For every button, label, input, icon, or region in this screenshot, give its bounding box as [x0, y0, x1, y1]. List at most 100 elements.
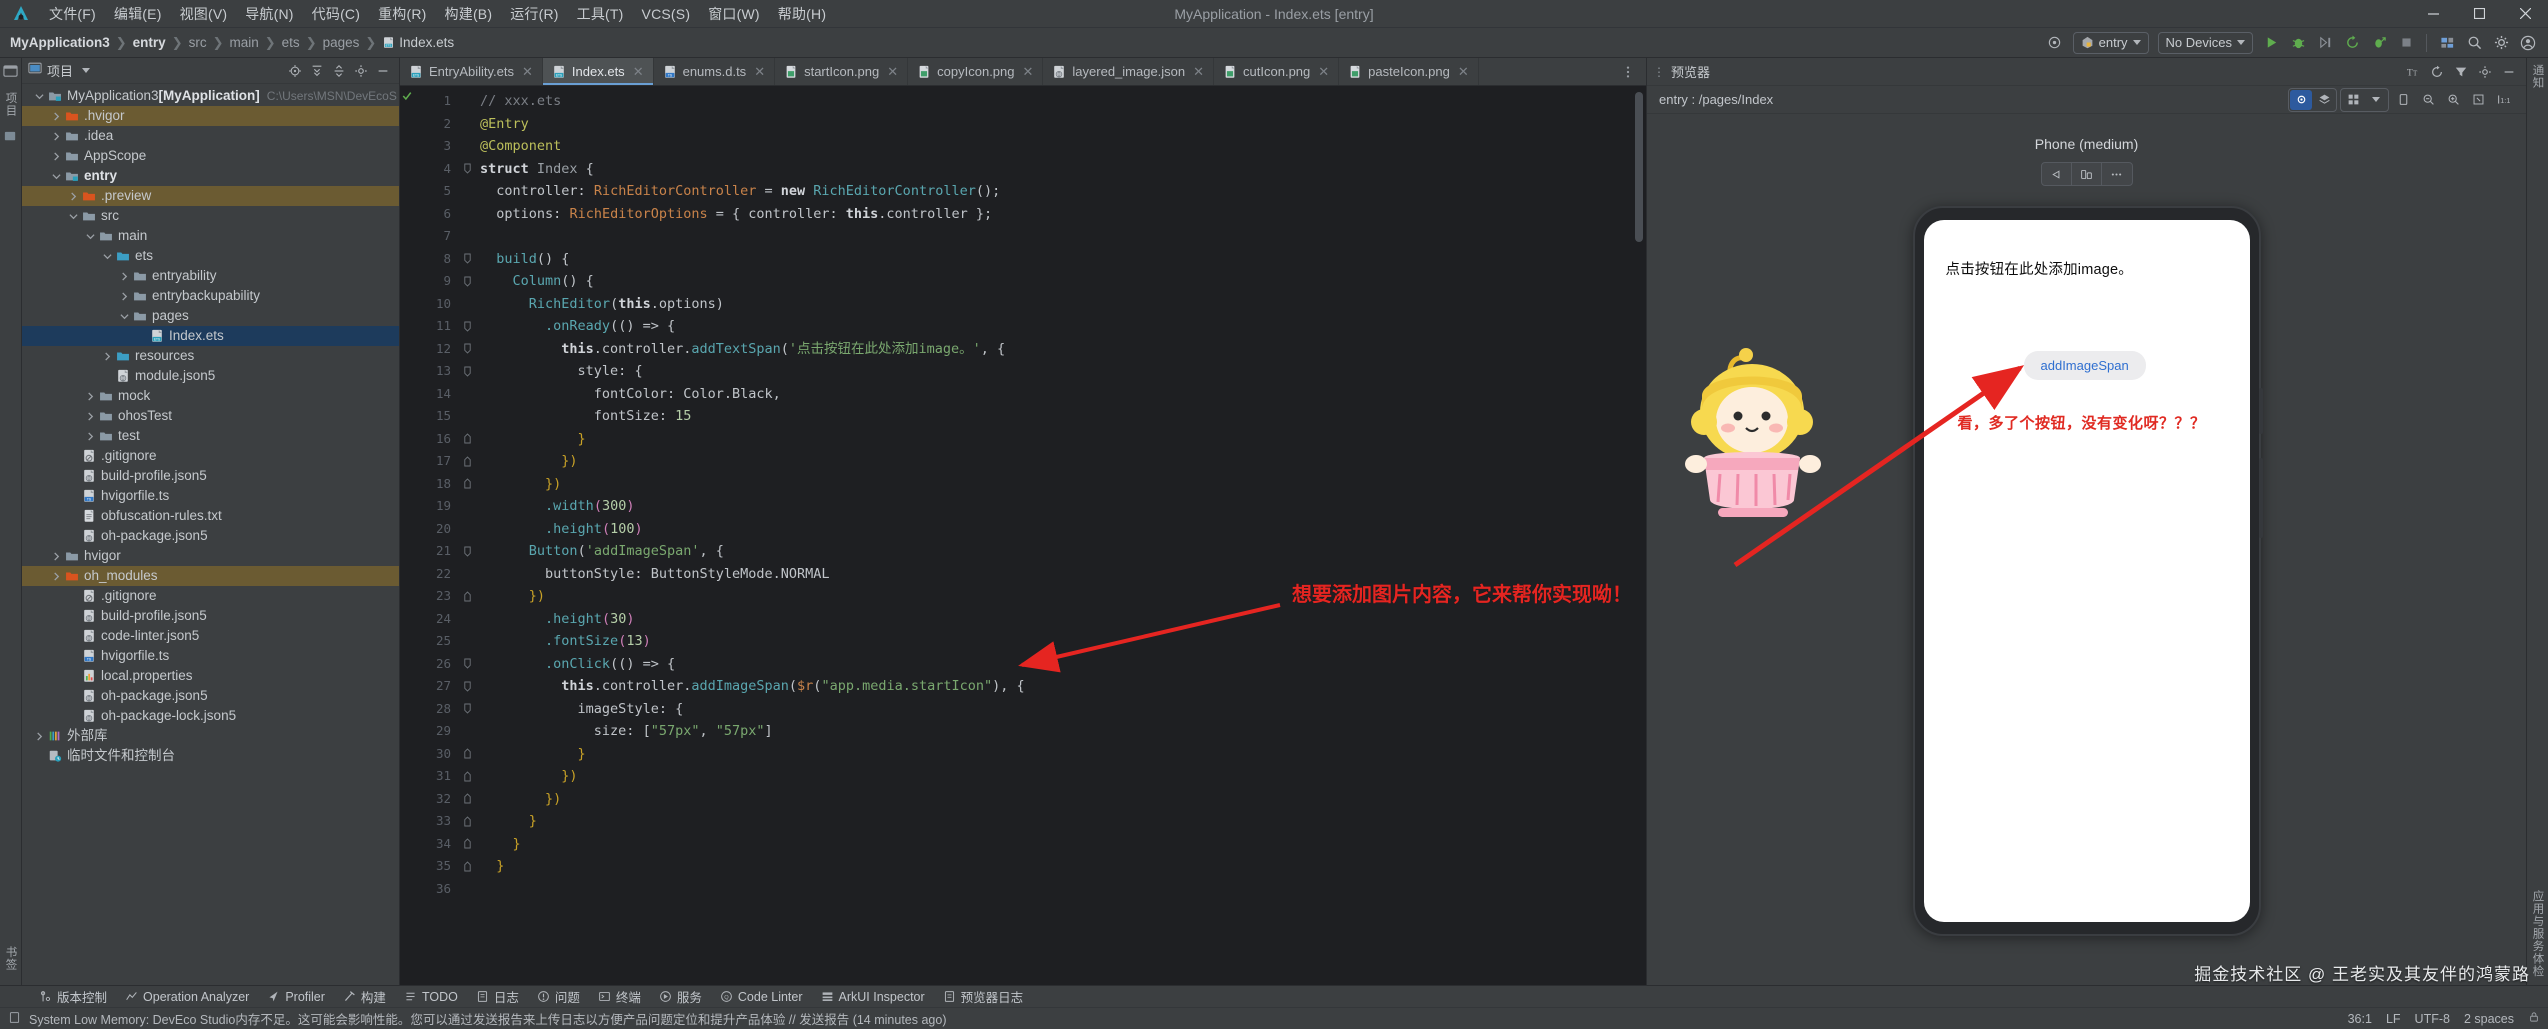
fold-marker[interactable] [458, 450, 476, 473]
refresh-icon[interactable] [2426, 62, 2448, 82]
rail-label-notifications[interactable]: 通知 [2530, 64, 2546, 89]
editor-tab-copyicon-png[interactable]: copyIcon.png ✕ [908, 58, 1044, 85]
tree-node-mock[interactable]: mock [22, 386, 399, 406]
chevron-right-icon[interactable] [49, 131, 63, 141]
tree-node-build-profile-json5[interactable]: build-profile.json5 [22, 466, 399, 486]
chevron-right-icon[interactable] [83, 411, 97, 421]
text-size-icon[interactable]: TT [2402, 62, 2424, 82]
code-folding-gutter[interactable] [458, 86, 476, 985]
menu-item-2[interactable]: 视图(V) [171, 3, 237, 25]
structure-rail-icon[interactable] [3, 129, 19, 145]
status-message[interactable]: System Low Memory: DevEco Studio内存不足。这可能… [29, 1009, 947, 1028]
status-indent[interactable]: 2 spaces [2464, 1012, 2514, 1026]
add-image-span-button[interactable]: addImageSpan [2023, 351, 2146, 380]
grid-icon[interactable] [2342, 90, 2364, 110]
close-tab-icon[interactable]: ✕ [754, 64, 765, 80]
settings-icon[interactable] [2474, 62, 2496, 82]
tree-node-entrybackupability[interactable]: entrybackupability [22, 286, 399, 306]
tree-node-hvigorfile-ts[interactable]: TS hvigorfile.ts [22, 646, 399, 666]
breadcrumb-item-6[interactable]: ETS Index.ets [380, 35, 456, 50]
fold-marker[interactable] [458, 338, 476, 361]
project-rail-icon[interactable] [2, 64, 19, 80]
menu-item-6[interactable]: 构建(B) [436, 3, 502, 25]
status-lock-icon[interactable] [2528, 1011, 2540, 1026]
menu-item-0[interactable]: 文件(F) [40, 3, 105, 25]
chevron-right-icon[interactable] [49, 151, 63, 161]
status-line-separator[interactable]: LF [2386, 1012, 2401, 1026]
attach-debugger-icon[interactable] [2367, 32, 2391, 54]
tool-window--[interactable]: 预览器日志 [934, 987, 1033, 1007]
inspector-icon[interactable] [2290, 89, 2312, 110]
chevron-down-icon[interactable] [66, 212, 80, 221]
hide-panel-icon[interactable] [373, 61, 393, 81]
editor-tab-pasteicon-png[interactable]: pasteIcon.png ✕ [1339, 58, 1479, 85]
menu-item-11[interactable]: 帮助(H) [769, 3, 835, 25]
hide-panel-icon[interactable] [2498, 62, 2520, 82]
tree-node--[interactable]: 临时文件和控制台 [22, 746, 399, 766]
chevron-right-icon[interactable] [117, 271, 131, 281]
tree-node--[interactable]: 外部库 [22, 726, 399, 746]
tool-window--[interactable]: 问题 [528, 987, 589, 1007]
code-content[interactable]: // xxx.ets @Entry @Component struct Index {… [476, 86, 1632, 985]
chevron-down-icon[interactable] [82, 68, 91, 73]
settings-icon[interactable] [351, 61, 371, 81]
editor-tab-index-ets[interactable]: ETS Index.ets ✕ [542, 58, 654, 85]
breadcrumb[interactable]: MyApplication3 ❯ entry ❯ src ❯ main ❯ ets ❯ pages ❯… [8, 35, 456, 51]
zoom-in-icon[interactable] [2442, 90, 2464, 110]
chevron-right-icon[interactable] [49, 571, 63, 581]
editor-tab-starticon-png[interactable]: startIcon.png ✕ [775, 58, 909, 85]
chevron-down-icon[interactable] [32, 92, 46, 101]
breadcrumb-item-1[interactable]: entry [131, 35, 168, 50]
fold-marker[interactable] [458, 428, 476, 451]
chevron-right-icon[interactable] [83, 391, 97, 401]
tool-window--[interactable]: 终端 [589, 987, 650, 1007]
fold-marker[interactable] [458, 743, 476, 766]
tree-node-hvigorfile-ts[interactable]: TS hvigorfile.ts [22, 486, 399, 506]
device-manager-icon[interactable] [2435, 32, 2459, 54]
tool-window--[interactable]: 版本控制 [30, 987, 116, 1007]
breadcrumb-item-0[interactable]: MyApplication3 [8, 35, 112, 50]
close-tab-icon[interactable]: ✕ [522, 64, 533, 80]
run-configuration-selector[interactable]: entry [2072, 31, 2149, 54]
tree-node--hvigor[interactable]: .hvigor [22, 106, 399, 126]
tree-node-local-properties[interactable]: local.properties [22, 666, 399, 686]
status-caret-position[interactable]: 36:1 [2348, 1012, 2372, 1026]
breadcrumb-item-5[interactable]: pages [321, 35, 362, 50]
tree-node-main[interactable]: main [22, 226, 399, 246]
tree-node--gitignore[interactable]: .gitignore [22, 586, 399, 606]
tool-window-arkui-inspector[interactable]: ArkUI Inspector [812, 987, 934, 1007]
menu-item-7[interactable]: 运行(R) [501, 3, 567, 25]
stop-icon[interactable] [2394, 32, 2418, 54]
tree-node--idea[interactable]: .idea [22, 126, 399, 146]
account-icon[interactable] [2516, 32, 2540, 54]
close-tab-icon[interactable]: ✕ [887, 64, 898, 80]
code-editor[interactable]: 1 2 3 4 5 6 7 8 9 10 11 12 13 14 15 16 17 18 19 20 21 22 23 24 2… [400, 86, 1646, 985]
fold-marker[interactable] [458, 473, 476, 496]
tree-node-appscope[interactable]: AppScope [22, 146, 399, 166]
fold-marker[interactable] [458, 833, 476, 856]
chevron-right-icon[interactable] [32, 731, 46, 741]
tool-window--[interactable]: 服务 [650, 987, 711, 1007]
tree-node-resources[interactable]: resources [22, 346, 399, 366]
menu-item-3[interactable]: 导航(N) [236, 3, 302, 25]
close-tab-icon[interactable]: ✕ [1193, 64, 1204, 80]
fold-marker[interactable] [458, 360, 476, 383]
layers-icon[interactable] [2313, 90, 2335, 110]
tree-node-entry[interactable]: entry [22, 166, 399, 186]
tree-node-build-profile-json5[interactable]: build-profile.json5 [22, 606, 399, 626]
fold-marker[interactable] [458, 788, 476, 811]
close-tab-icon[interactable]: ✕ [1318, 64, 1329, 80]
fold-marker[interactable] [458, 158, 476, 181]
editor-tab-entryability-ets[interactable]: ETS EntryAbility.ets ✕ [400, 58, 543, 85]
chevron-right-icon[interactable] [100, 351, 114, 361]
tree-node-index-ets[interactable]: ETS Index.ets [22, 326, 399, 346]
settings-gear-icon[interactable] [2489, 32, 2513, 54]
menu-item-4[interactable]: 代码(C) [303, 3, 369, 25]
close-tab-icon[interactable]: ✕ [1458, 64, 1469, 80]
editor-tab-cuticon-png[interactable]: cutIcon.png ✕ [1214, 58, 1340, 85]
fold-marker[interactable] [458, 765, 476, 788]
close-tab-icon[interactable]: ✕ [633, 64, 644, 80]
tree-node-src[interactable]: src [22, 206, 399, 226]
tool-window-code-linter[interactable]: Q Code Linter [711, 987, 812, 1007]
actual-size-icon[interactable]: 1:1 [2492, 90, 2514, 110]
